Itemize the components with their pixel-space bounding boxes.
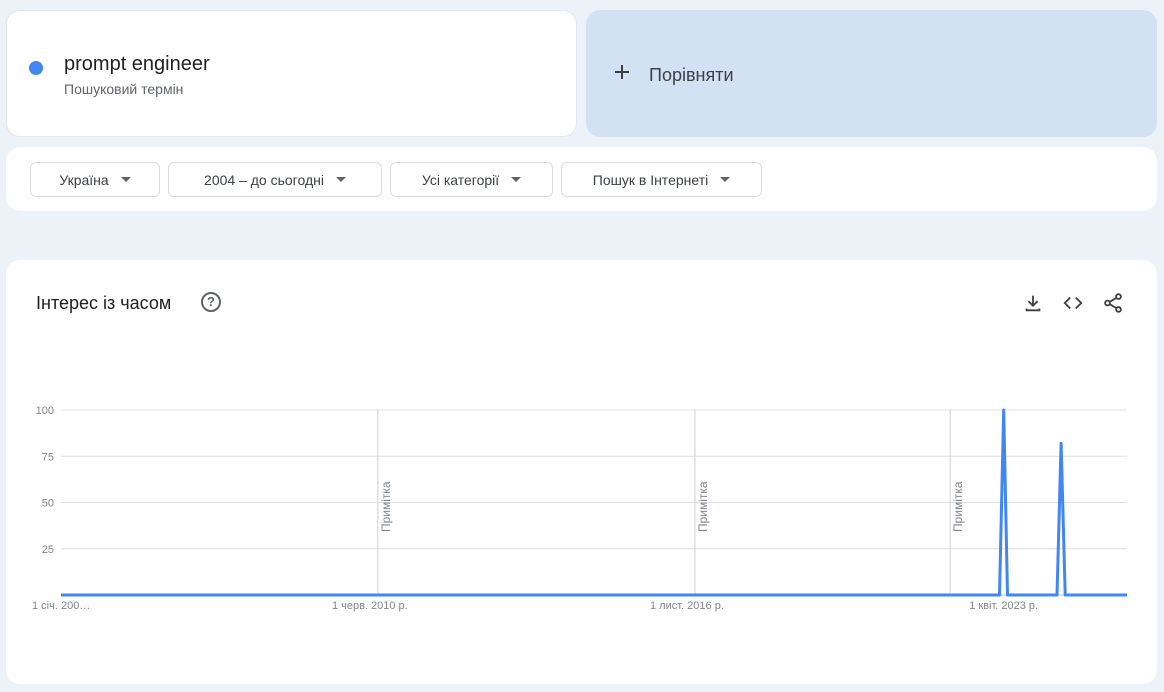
annotation-label: Примітка <box>951 481 965 532</box>
interest-over-time-card: Інтерес із часом ? 25 50 75 100 Примітка Прим… <box>6 260 1157 684</box>
search-term-subtitle: Пошуковий термін <box>64 81 184 97</box>
search-type-filter[interactable]: Пошук в Інтернеті <box>561 162 762 197</box>
search-term-card[interactable]: prompt engineer Пошуковий термін <box>6 10 577 137</box>
y-tick-label: 25 <box>42 544 54 556</box>
plus-icon <box>612 62 632 82</box>
y-tick-label: 50 <box>42 498 54 510</box>
chevron-down-icon <box>335 177 346 182</box>
chevron-down-icon <box>120 177 131 182</box>
chevron-down-icon <box>720 177 731 182</box>
compare-button[interactable]: Порівняти <box>586 10 1157 137</box>
y-tick-label: 75 <box>42 451 54 463</box>
category-filter-label: Усі категорії <box>421 171 500 188</box>
annotation-label: Примітка <box>696 481 710 532</box>
series-color-dot <box>29 61 43 75</box>
filter-bar: Україна 2004 – до сьогодні Усі категорії… <box>6 147 1157 211</box>
annotation-label: Примітка <box>379 481 393 532</box>
x-tick-label: 1 січ. 200… <box>32 600 90 612</box>
chevron-down-icon <box>511 177 522 182</box>
category-filter[interactable]: Усі категорії <box>390 162 553 197</box>
search-term-name[interactable]: prompt engineer <box>64 53 210 76</box>
line-chart[interactable]: 25 50 75 100 Примітка Примітка Примітка 1 січ. … <box>6 260 1157 684</box>
region-filter[interactable]: Україна <box>30 162 160 197</box>
period-filter-label: 2004 – до сьогодні <box>204 171 324 188</box>
x-tick-label: 1 квіт. 2023 р. <box>969 600 1038 612</box>
x-tick-label: 1 черв. 2010 р. <box>332 600 408 612</box>
y-tick-label: 100 <box>36 405 54 417</box>
region-filter-label: Україна <box>59 171 109 188</box>
period-filter[interactable]: 2004 – до сьогодні <box>168 162 382 197</box>
search-type-filter-label: Пошук в Інтернеті <box>592 171 709 188</box>
x-tick-label: 1 лист. 2016 р. <box>650 600 724 612</box>
compare-label: Порівняти <box>649 65 734 85</box>
